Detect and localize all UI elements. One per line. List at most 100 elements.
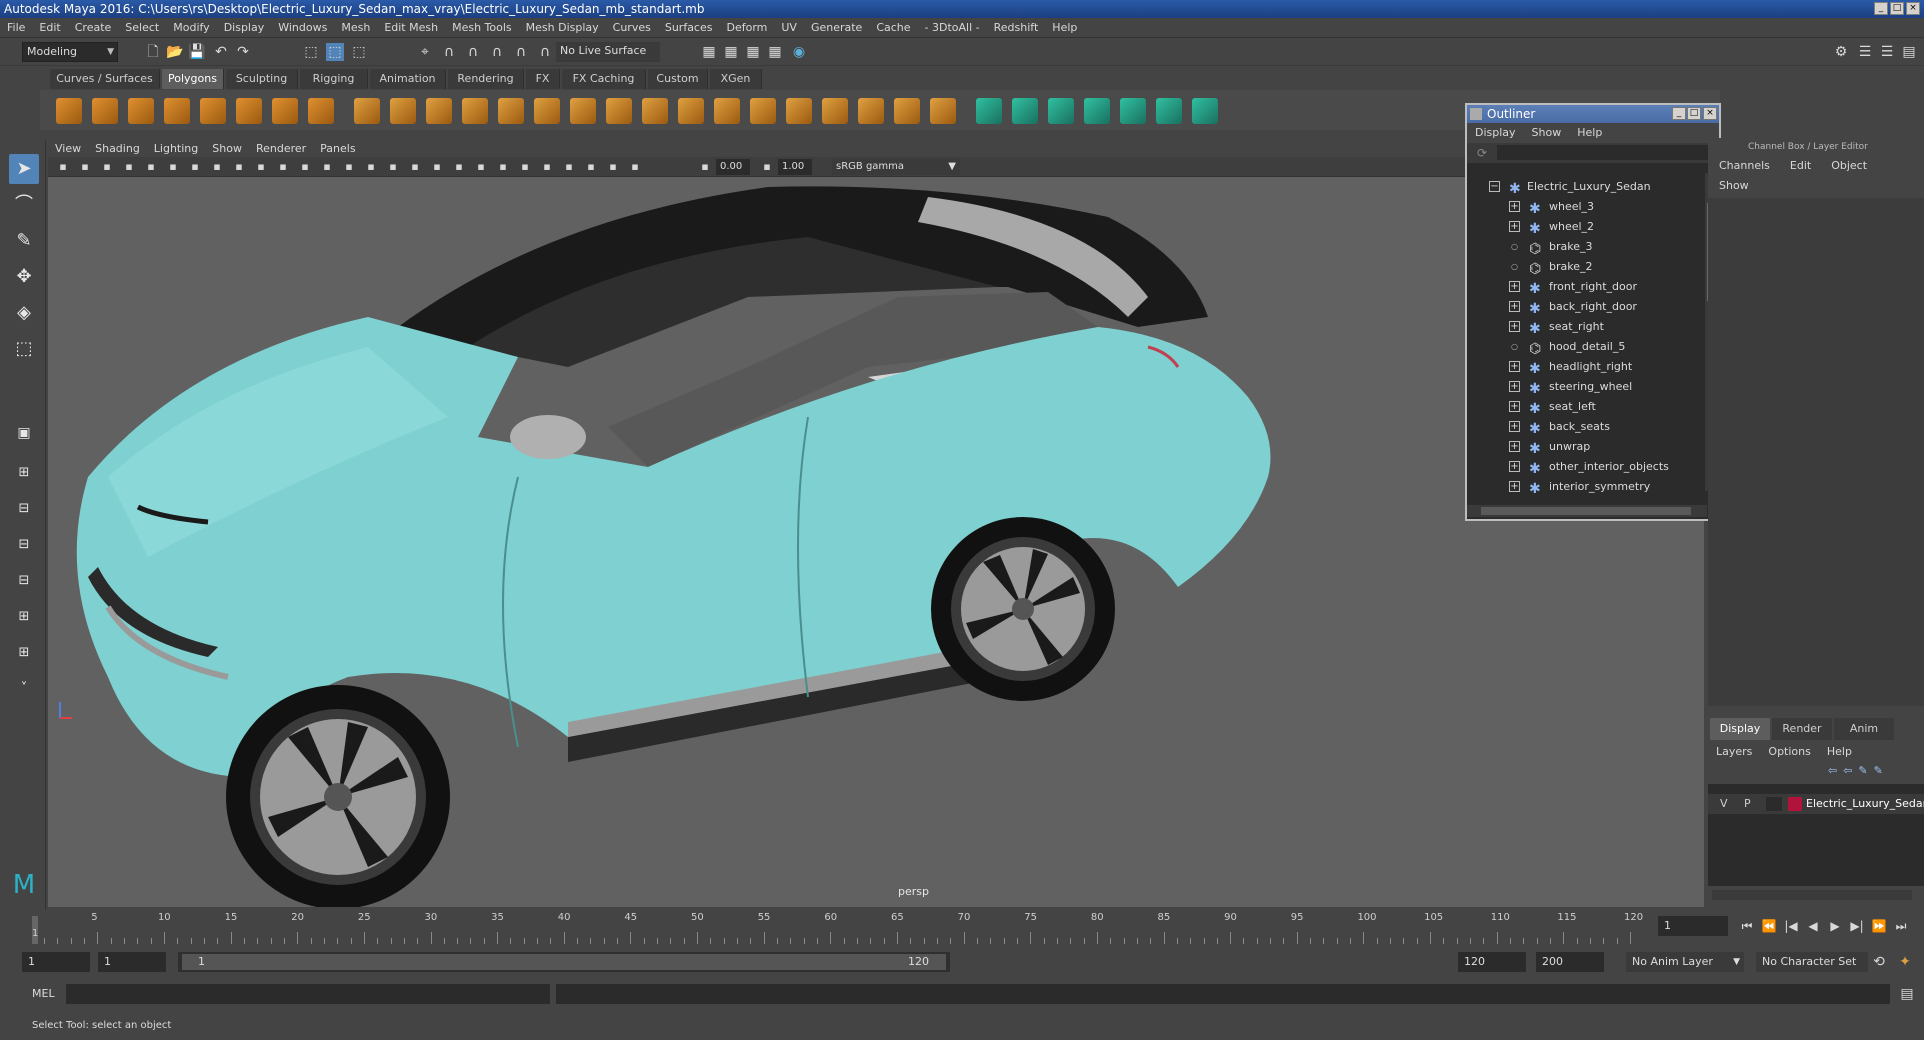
layer-menu-layers[interactable]: Layers	[1708, 742, 1760, 762]
smooth-shade-icon[interactable]: ▪	[340, 158, 358, 176]
tab-animation[interactable]: Animation	[370, 69, 446, 89]
layer-horizontal-scrollbar[interactable]	[1712, 890, 1912, 900]
outliner-item[interactable]: + ✱ back_seats	[1467, 417, 1703, 437]
viewport-menu-show[interactable]: Show	[205, 140, 249, 157]
mirror-icon[interactable]	[534, 98, 560, 124]
exposure-icon[interactable]: ▪	[696, 158, 714, 176]
render-view-icon[interactable]: ▦	[700, 43, 718, 61]
append-icon[interactable]	[606, 98, 632, 124]
viewport-menu-shading[interactable]: Shading	[88, 140, 147, 157]
outliner-title-bar[interactable]: Outliner _ □ ×	[1467, 105, 1719, 123]
depth-of-field-icon[interactable]: ▪	[516, 158, 534, 176]
offset-edge-icon[interactable]	[858, 98, 884, 124]
outliner-item[interactable]: ○ ⌬ brake_3	[1467, 237, 1703, 257]
pipe-icon[interactable]	[308, 98, 334, 124]
time-slider[interactable]: 1 5 10 15 20 25 30 35 40 45 50 55 60 65 70 75 80 85 90 95 1…	[20, 910, 1650, 944]
menu-windows[interactable]: Windows	[271, 18, 334, 38]
outliner-filter-input[interactable]	[1497, 145, 1715, 160]
workspace-icon[interactable]: ⚙	[1832, 43, 1850, 61]
persp-outliner-icon[interactable]: ⊟	[9, 566, 39, 596]
pyramid-icon[interactable]	[272, 98, 298, 124]
scale-tool-icon[interactable]: ⬚	[9, 334, 39, 364]
paint-select-icon[interactable]: ✎	[9, 226, 39, 256]
outliner-item[interactable]: + ✱ interior_symmetry	[1467, 477, 1703, 497]
single-view-icon[interactable]: ▣	[9, 418, 39, 448]
live-surface-field[interactable]: No Live Surface	[556, 42, 660, 62]
transfer-icon[interactable]	[1084, 98, 1110, 124]
expand-icon[interactable]: +	[1509, 321, 1520, 332]
tab-polygons[interactable]: Polygons	[162, 69, 224, 89]
outliner-menu-display[interactable]: Display	[1467, 123, 1524, 143]
persp-graph-icon[interactable]: ⊟	[9, 530, 39, 560]
select-tool-icon[interactable]: ➤	[9, 154, 39, 184]
range-slider[interactable]: 1 120	[178, 952, 950, 972]
outliner-root-item[interactable]: − ✱ Electric_Luxury_Sedan	[1467, 177, 1703, 197]
menu-deform[interactable]: Deform	[719, 18, 774, 38]
gamma-field[interactable]: 1.00	[778, 159, 812, 175]
play-backward-icon[interactable]: ◀	[1804, 917, 1822, 935]
cut-uv-icon[interactable]	[1192, 98, 1218, 124]
uv-editor-icon[interactable]	[930, 98, 956, 124]
next-key-icon[interactable]: ▶|	[1848, 917, 1866, 935]
outliner-item[interactable]: + ✱ wheel_3	[1467, 197, 1703, 217]
perspective-viewport[interactable]: persp	[48, 177, 1704, 907]
anim-prefs-icon[interactable]: ✦	[1896, 953, 1914, 971]
maximize-button[interactable]: □	[1890, 2, 1904, 15]
expand-icon[interactable]: +	[1509, 221, 1520, 232]
script-editor-icon[interactable]: ▤	[1898, 985, 1916, 1003]
save-scene-icon[interactable]: 💾	[188, 43, 206, 61]
layout-more-icon[interactable]: ⊞	[9, 638, 39, 668]
outliner-minimize-button[interactable]: _	[1672, 107, 1686, 120]
step-back-icon[interactable]: ⏪	[1760, 917, 1778, 935]
lights-icon[interactable]: ▪	[406, 158, 424, 176]
scroll-thumb[interactable]	[1481, 507, 1691, 515]
menu-generate[interactable]: Generate	[804, 18, 869, 38]
menu-mesh[interactable]: Mesh	[334, 18, 377, 38]
outliner-menu-help[interactable]: Help	[1569, 123, 1610, 143]
layer-row[interactable]: V P Electric_Luxury_Sedan	[1708, 794, 1924, 814]
tab-sculpting[interactable]: Sculpting	[226, 69, 298, 89]
expand-icon[interactable]: +	[1509, 361, 1520, 372]
textured-icon[interactable]: ▪	[384, 158, 402, 176]
redo-icon[interactable]: ↷	[234, 43, 252, 61]
camera-attr-icon[interactable]: ▪	[76, 158, 94, 176]
outliner-item[interactable]: ○ ⌬ brake_2	[1467, 257, 1703, 277]
rotate-tool-icon[interactable]: ◈	[9, 298, 39, 328]
four-view-icon[interactable]: ⊞	[9, 458, 39, 488]
outliner-item[interactable]: + ✱ headlight_right	[1467, 357, 1703, 377]
gate-mask-icon[interactable]: ▪	[230, 158, 248, 176]
move-tool-icon[interactable]: ✥	[9, 262, 39, 292]
snap-view-icon[interactable]: ∩	[488, 43, 506, 61]
resolution-gate-icon[interactable]: ▪	[208, 158, 226, 176]
sphere-icon[interactable]	[56, 98, 82, 124]
lasso-tool-icon[interactable]: ⌒	[9, 190, 39, 220]
expand-icon[interactable]: +	[1509, 461, 1520, 472]
playback-end-field[interactable]: 120	[1458, 952, 1526, 972]
range-slider-handle[interactable]	[182, 954, 946, 970]
viewport-menu-panels[interactable]: Panels	[313, 140, 362, 157]
menu-modify[interactable]: Modify	[166, 18, 216, 38]
render-frame-icon[interactable]: ▦	[722, 43, 740, 61]
uv-layout-icon[interactable]	[1156, 98, 1182, 124]
tab-curves-surfaces[interactable]: Curves / Surfaces	[50, 69, 160, 89]
film-gate-icon[interactable]: ▪	[186, 158, 204, 176]
layer-visibility-toggle[interactable]: V	[1720, 794, 1728, 814]
snap-surface-icon[interactable]: ∩	[512, 43, 530, 61]
expand-icon[interactable]: +	[1509, 441, 1520, 452]
anti-alias-icon[interactable]: ▪	[494, 158, 512, 176]
expand-icon[interactable]: +	[1509, 401, 1520, 412]
select-object-icon[interactable]: ⬚	[326, 43, 344, 61]
close-button[interactable]: ×	[1906, 2, 1920, 15]
hypershade-icon[interactable]: ◉	[790, 43, 808, 61]
outliner-item[interactable]: + ✱ unwrap	[1467, 437, 1703, 457]
prev-key-icon[interactable]: |◀	[1782, 917, 1800, 935]
merge-icon[interactable]	[750, 98, 776, 124]
step-forward-icon[interactable]: ⏩	[1870, 917, 1888, 935]
field-chart-icon[interactable]: ▪	[252, 158, 270, 176]
viewport-menu-renderer[interactable]: Renderer	[249, 140, 313, 157]
tab-fx-caching[interactable]: FX Caching	[562, 69, 646, 89]
open-scene-icon[interactable]: 📂	[166, 43, 184, 61]
cone-icon[interactable]	[164, 98, 190, 124]
safe-action-icon[interactable]: ▪	[274, 158, 292, 176]
channel-box-body[interactable]	[1708, 198, 1924, 706]
